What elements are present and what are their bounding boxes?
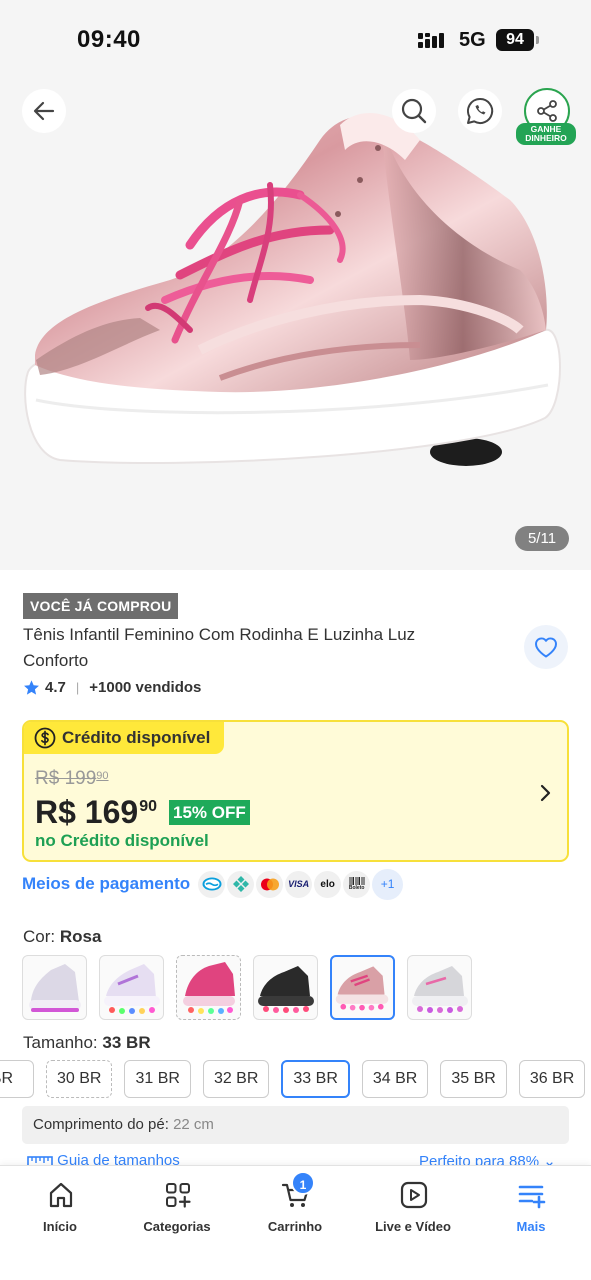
whatsapp-share-button[interactable] [458,89,502,133]
color-value: Rosa [59,927,102,946]
foot-length-info: Comprimento do pé: 22 cm [22,1106,569,1144]
rating-separator: | [75,679,80,695]
original-price-int: R$ 199 [35,768,97,789]
battery-indicator: 94 [496,29,534,51]
size-value: 33 BR [102,1033,151,1052]
original-price: R$ 19990 [35,768,109,790]
tab-more[interactable]: Mais [472,1166,590,1246]
search-icon [401,98,427,124]
rating-row[interactable]: 4.7 | +1000 vendidos [23,676,201,698]
boleto-icon: Boleto [343,870,371,898]
heart-icon [534,637,558,658]
tab-live-video[interactable]: Live e Vídeo [354,1166,472,1246]
tab-categories-label: Categorias [143,1219,211,1234]
elo-label: elo [320,878,335,890]
tab-categories[interactable]: Categorias [118,1166,236,1246]
color-label-prefix: Cor: [23,927,56,946]
tab-more-label: Mais [516,1219,546,1234]
foot-length-value: 22 cm [173,1116,214,1133]
star-icon [24,679,39,695]
menu-plus-icon [518,1185,546,1209]
visa-icon: VISA [285,870,313,898]
tab-live-video-label: Live e Vídeo [375,1219,451,1234]
size-option-unavailable[interactable]: 30 BR [46,1060,113,1098]
home-icon [49,1182,73,1208]
credit-note: no Crédito disponível [35,831,209,850]
size-option[interactable]: 36 BR [518,1060,586,1098]
tab-home-label: Início [43,1219,77,1234]
color-swatch[interactable] [176,955,241,1020]
video-play-icon [400,1181,428,1209]
product-gallery[interactable]: GANHE DINHEIRO 5/11 [0,0,591,570]
credit-header: Crédito disponível [24,722,225,754]
back-button[interactable] [22,89,66,133]
original-price-cents: 90 [96,770,109,782]
product-title: Tênis Infantil Feminino Com Rodinha E Lu… [23,625,416,670]
search-button[interactable] [392,89,436,133]
size-option[interactable]: BR [0,1060,34,1098]
payment-methods-link[interactable]: Meios de pagamento [22,874,190,894]
arrow-left-icon [33,101,55,121]
pix-icon [227,870,255,898]
size-option[interactable]: 34 BR [361,1060,429,1098]
already-bought-tag: VOCÊ JÁ COMPROU [23,593,179,619]
product-image [24,113,561,466]
image-counter: 5/11 [515,526,569,551]
product-page: GANHE DINHEIRO 5/11 09:40 5G 94 VOCÊ JÁ … [0,0,591,1280]
earn-badge-line2: DINHEIRO [525,133,567,143]
color-label: Cor: Rosa [23,927,101,947]
credit-header-label: Crédito disponível [62,728,211,747]
color-swatch-selected[interactable] [330,955,395,1020]
whatsapp-icon [467,97,494,124]
foot-length-label: Comprimento do pé: [33,1116,169,1133]
boleto-label: Boleto [348,885,365,891]
size-option-selected[interactable]: 33 BR [281,1060,350,1098]
favorite-button[interactable] [524,625,568,669]
share-icon [537,100,557,122]
elo-icon: elo [314,870,342,898]
discount-badge: 15% OFF [169,800,250,825]
rating-score: 4.7 [45,678,66,696]
color-swatch[interactable] [253,955,318,1020]
visa-label: VISA [288,879,310,889]
network-type: 5G [459,29,486,51]
size-option[interactable]: 32 BR [202,1060,270,1098]
current-price-int: R$ 169 [35,794,139,830]
status-bar: 09:40 5G 94 [0,0,591,72]
chevron-right-icon [540,784,551,802]
mastercard-icon [256,870,284,898]
tab-home[interactable]: Início [1,1166,119,1246]
bottom-navigation: Início Categorias Carrinho 1 Live e Víde… [0,1165,591,1280]
sold-count: +1000 vendidos [89,678,202,696]
color-swatch[interactable] [407,955,472,1020]
credit-price-card[interactable]: Crédito disponível R$ 19990 R$ 16990 15%… [22,720,569,862]
mercado-pago-icon [198,870,226,898]
signal-icon [418,33,444,48]
size-label: Tamanho: 33 BR [23,1033,151,1053]
more-payment-methods[interactable]: +1 [372,868,404,900]
size-options: BR 30 BR 31 BR 32 BR 33 BR 34 BR 35 BR 3… [0,1060,591,1098]
current-price: R$ 16990 [35,794,157,831]
size-option[interactable]: 35 BR [440,1060,507,1098]
coin-dollar-icon [34,727,56,749]
categories-icon [166,1183,191,1208]
color-swatch[interactable] [22,955,87,1020]
cart-count-badge: 1 [291,1171,315,1195]
current-price-cents: 90 [139,798,157,815]
size-option[interactable]: 31 BR [124,1060,191,1098]
size-label-prefix: Tamanho: [23,1033,98,1052]
color-swatches [22,955,484,1020]
status-time: 09:40 [77,26,141,53]
color-swatch[interactable] [99,955,164,1020]
tab-cart-label: Carrinho [267,1219,323,1234]
battery-cap [536,36,539,44]
payment-methods-row[interactable]: Meios de pagamento VISA elo Boleto +1 [22,868,404,900]
earn-money-badge: GANHE DINHEIRO [516,123,576,145]
